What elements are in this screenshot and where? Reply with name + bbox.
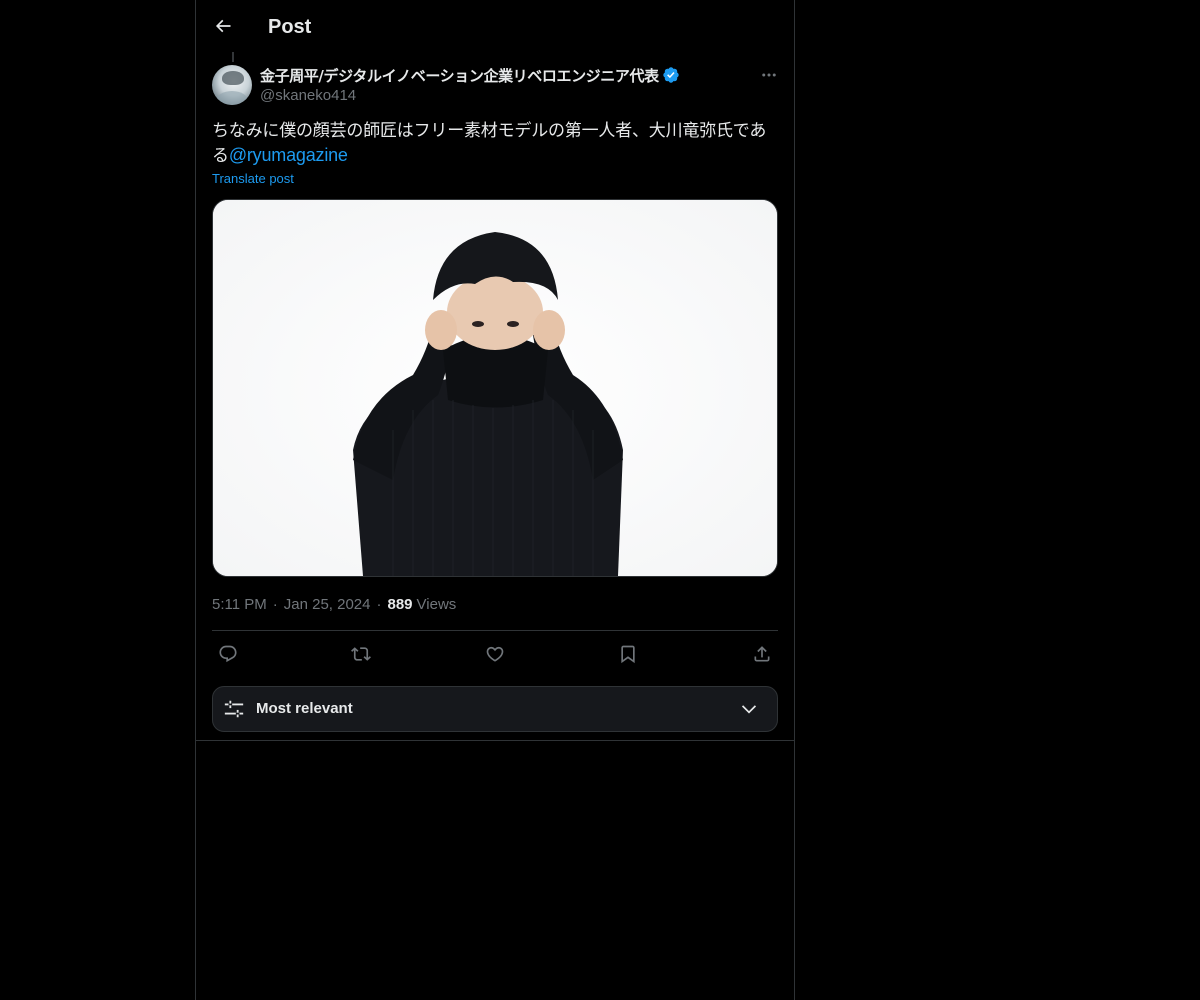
views-count: 889 — [387, 595, 413, 613]
reply-bubble-icon — [219, 645, 237, 663]
section-divider — [196, 740, 794, 741]
reply-button[interactable] — [212, 638, 244, 670]
post-metadata: 5:11 PM · Jan 25, 2024 · 889 Views — [212, 593, 456, 615]
mention-link[interactable]: @ryumagazine — [229, 145, 348, 165]
like-button[interactable] — [479, 638, 511, 670]
page-header: Post — [196, 0, 794, 53]
more-horizontal-icon — [762, 73, 776, 77]
author-display-name[interactable]: 金子周平/デジタルイノベーション企業リベロエンジニア代表 — [260, 65, 659, 86]
thread-connector-line — [232, 52, 234, 62]
post-time[interactable]: 5:11 PM — [212, 596, 267, 613]
share-button[interactable] — [746, 638, 778, 670]
primary-column: Post 金子周平/デジタルイノベーション企業リベロエンジニア代表 @skane… — [195, 0, 795, 1000]
heart-icon — [486, 646, 504, 662]
repost-button[interactable] — [345, 638, 377, 670]
more-options-button[interactable] — [756, 64, 782, 86]
views-label: Views — [416, 595, 457, 613]
back-button[interactable] — [206, 9, 240, 43]
author-name-row[interactable]: 金子周平/デジタルイノベーション企業リベロエンジニア代表 — [260, 64, 680, 86]
chevron-down-icon — [741, 705, 757, 714]
post-action-bar — [212, 638, 778, 670]
author-avatar[interactable] — [212, 65, 252, 105]
arrow-left-icon — [215, 19, 231, 33]
post-text: ちなみに僕の顔芸の師匠はフリー素材モデルの第一人者、大川竜弥氏である@ryuma… — [212, 119, 778, 168]
verified-badge-icon[interactable] — [662, 66, 680, 84]
meta-separator: · — [376, 595, 382, 613]
sliders-icon — [224, 700, 244, 718]
replies-sort-dropdown[interactable]: Most relevant — [212, 686, 778, 732]
author-handle[interactable]: @skaneko414 — [260, 86, 356, 106]
post-media-photo[interactable] — [212, 199, 778, 577]
bookmark-icon — [621, 645, 635, 664]
post-date[interactable]: Jan 25, 2024 — [284, 596, 371, 613]
translate-post-link[interactable]: Translate post — [212, 170, 294, 188]
section-divider — [212, 630, 778, 631]
sort-option-label: Most relevant — [256, 700, 353, 717]
photo-man-black-turtleneck — [213, 200, 777, 576]
repost-icon — [351, 647, 371, 661]
bookmark-button[interactable] — [612, 638, 644, 670]
meta-separator: · — [272, 595, 278, 613]
page-title: Post — [268, 16, 312, 38]
share-upload-icon — [754, 646, 770, 662]
